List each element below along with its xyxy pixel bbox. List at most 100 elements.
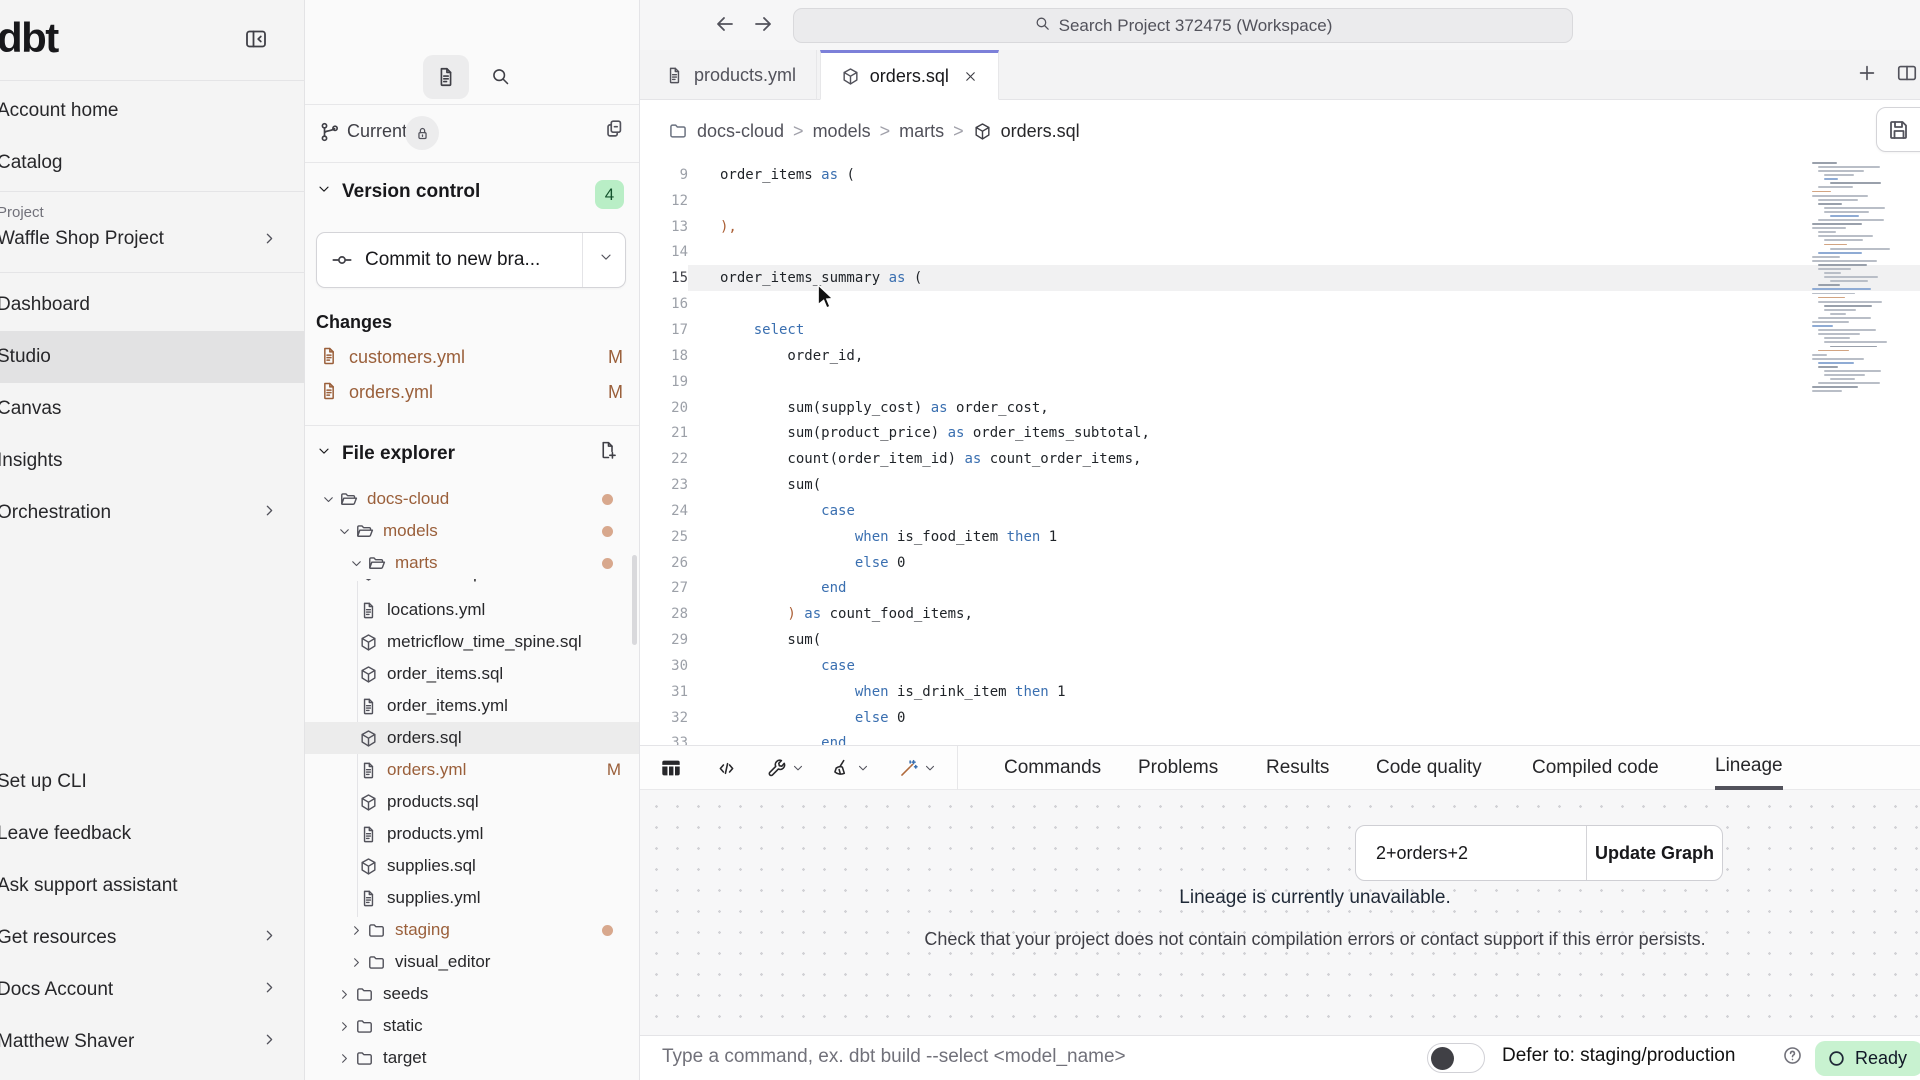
sidebar-item-project[interactable]: Waffle Shop Project — [0, 228, 164, 250]
tree-item-seeds[interactable]: seeds — [305, 978, 639, 1010]
collapse-sidebar-button[interactable] — [241, 26, 271, 54]
code-line-12[interactable]: 12 — [640, 188, 1920, 214]
forward-arrow-icon[interactable] — [748, 11, 778, 39]
tree-item-static[interactable]: static — [305, 1010, 639, 1042]
panel-scrollbar[interactable] — [632, 555, 637, 645]
sidebar-item-get-resources[interactable]: Get resources — [0, 912, 304, 964]
branch-row[interactable]: Current — [305, 104, 639, 162]
changed-file-customers.yml[interactable]: customers.ymlM — [305, 340, 639, 375]
tab-products.yml[interactable]: products.yml — [645, 50, 817, 100]
tree-item-models[interactable]: models — [305, 515, 639, 547]
tree-item-target[interactable]: target — [305, 1042, 639, 1074]
panel-tab-problems[interactable]: Problems — [1138, 746, 1218, 790]
code-line-24[interactable]: 24 case — [640, 498, 1920, 524]
help-icon[interactable] — [1782, 1045, 1803, 1071]
sidebar-item-studio[interactable]: Studio — [0, 331, 304, 383]
sidebar-item-set-up-cli[interactable]: Set up CLI — [0, 756, 304, 808]
tab-orders.sql[interactable]: orders.sql — [820, 50, 999, 100]
panel-tab-code-quality[interactable]: Code quality — [1376, 746, 1482, 790]
new-file-icon[interactable] — [598, 440, 619, 464]
search-input[interactable]: Search Project 372475 (Workspace) — [793, 8, 1573, 43]
tree-item-marts[interactable]: marts — [305, 547, 639, 579]
results-table-button[interactable] — [660, 746, 682, 790]
chevron-down-icon[interactable] — [598, 249, 614, 271]
code-line-19[interactable]: 19 — [640, 369, 1920, 395]
code-line-14[interactable]: 14 — [640, 240, 1920, 266]
build-tools-button[interactable] — [766, 746, 805, 790]
tree-item-workflows[interactable]: workflows — [305, 1074, 639, 1080]
update-graph-button[interactable]: Update Graph — [1587, 826, 1722, 880]
code-line-25[interactable]: 25 when is_food_item then 1 — [640, 524, 1920, 550]
sidebar-item-canvas[interactable]: Canvas — [0, 383, 304, 435]
sidebar-item-label: Studio — [0, 346, 51, 368]
tree-item-order_items.sql[interactable]: order_items.sql — [305, 658, 639, 690]
panel-tab-compiled-code[interactable]: Compiled code — [1532, 746, 1659, 790]
code-line-30[interactable]: 30 case — [640, 653, 1920, 679]
breadcrumb-segment[interactable]: models — [813, 121, 871, 142]
tree-item-visual_editor[interactable]: visual_editor — [305, 946, 639, 978]
panel-tab-results[interactable]: Results — [1266, 746, 1329, 790]
tree-item-products.sql[interactable]: products.sql — [305, 786, 639, 818]
save-file-button[interactable] — [1876, 107, 1920, 152]
new-tab-icon[interactable] — [1856, 62, 1878, 87]
code-line-23[interactable]: 23 sum( — [640, 472, 1920, 498]
fix-with-ai-button[interactable] — [898, 746, 937, 790]
code-line-22[interactable]: 22 count(order_item_id) as count_order_i… — [640, 446, 1920, 472]
code-line-29[interactable]: 29 sum( — [640, 627, 1920, 653]
command-input[interactable]: Type a command, ex. dbt build --select <… — [662, 1046, 1126, 1068]
file-explorer-section[interactable]: File explorer — [316, 443, 455, 465]
code-line-26[interactable]: 26 else 0 — [640, 550, 1920, 576]
code-line-32[interactable]: 32 else 0 — [640, 705, 1920, 731]
code-line-17[interactable]: 17 select — [640, 317, 1920, 343]
code-line-9[interactable]: 9order_items as ( — [640, 162, 1920, 188]
tree-item-locations.sql[interactable]: locations.sql — [305, 579, 639, 594]
code-line-31[interactable]: 31 when is_drink_item then 1 — [640, 679, 1920, 705]
tree-item-locations.yml[interactable]: locations.yml — [305, 594, 639, 626]
files-view-button[interactable] — [423, 55, 469, 99]
breadcrumb-segment[interactable]: docs-cloud — [697, 121, 784, 142]
sidebar-item-catalog[interactable]: Catalog — [0, 137, 304, 189]
code-line-20[interactable]: 20 sum(supply_cost) as order_cost, — [640, 395, 1920, 421]
tree-item-metricflow_time_spine.sql[interactable]: metricflow_time_spine.sql — [305, 626, 639, 658]
code-line-28[interactable]: 28 ) as count_food_items, — [640, 601, 1920, 627]
version-control-section[interactable]: Version control — [316, 181, 480, 203]
close-icon[interactable] — [963, 69, 978, 84]
panel-tab-lineage[interactable]: Lineage — [1715, 746, 1783, 790]
code-line-13[interactable]: 13), — [640, 214, 1920, 240]
code-editor[interactable]: 9order_items as (1213),1415order_items_s… — [640, 162, 1920, 745]
tree-item-order_items.yml[interactable]: order_items.yml — [305, 690, 639, 722]
split-editor-icon[interactable] — [1896, 62, 1918, 87]
code-line-18[interactable]: 18 order_id, — [640, 343, 1920, 369]
tree-item-products.yml[interactable]: products.yml — [305, 818, 639, 850]
sidebar-item-dashboard[interactable]: Dashboard — [0, 279, 304, 331]
sidebar-item-account-home[interactable]: Account home — [0, 85, 304, 137]
tree-item-staging[interactable]: staging — [305, 914, 639, 946]
back-arrow-icon[interactable] — [710, 11, 740, 39]
format-button[interactable] — [831, 746, 870, 790]
panel-tab-commands[interactable]: Commands — [1004, 746, 1101, 790]
sidebar-item-ask-support-assistant[interactable]: Ask support assistant — [0, 860, 304, 912]
commit-to-new-branch-button[interactable]: Commit to new bra... — [316, 232, 626, 288]
breadcrumb-segment[interactable]: marts — [899, 121, 944, 142]
lineage-selector-input[interactable]: 2+orders+2 — [1356, 826, 1587, 880]
search-files-button[interactable] — [483, 62, 517, 94]
sidebar-item-leave-feedback[interactable]: Leave feedback — [0, 808, 304, 860]
sidebar-item-orchestration[interactable]: Orchestration — [0, 487, 304, 539]
code-minimap[interactable] — [1812, 162, 1896, 396]
copy-icon[interactable] — [603, 118, 625, 143]
tree-item-docs-cloud[interactable]: docs-cloud — [305, 483, 639, 515]
code-line-33[interactable]: 33 end — [640, 731, 1920, 745]
code-line-27[interactable]: 27 end — [640, 576, 1920, 602]
sidebar-item-label: Docs Account — [0, 979, 113, 1001]
tree-item-supplies.yml[interactable]: supplies.yml — [305, 882, 639, 914]
sidebar-item-insights[interactable]: Insights — [0, 435, 304, 487]
defer-toggle[interactable] — [1427, 1043, 1485, 1073]
sidebar-item-docs-account[interactable]: Docs Account — [0, 964, 304, 1016]
tree-item-orders.sql[interactable]: orders.sql — [305, 722, 639, 754]
tree-item-supplies.sql[interactable]: supplies.sql — [305, 850, 639, 882]
changed-file-orders.yml[interactable]: orders.ymlM — [305, 375, 639, 410]
code-line-21[interactable]: 21 sum(product_price) as order_items_sub… — [640, 420, 1920, 446]
sidebar-item-matthew-shaver[interactable]: Matthew Shaver — [0, 1016, 304, 1068]
compiled-code-button[interactable] — [716, 746, 737, 790]
tree-item-orders.yml[interactable]: orders.ymlM — [305, 754, 639, 786]
